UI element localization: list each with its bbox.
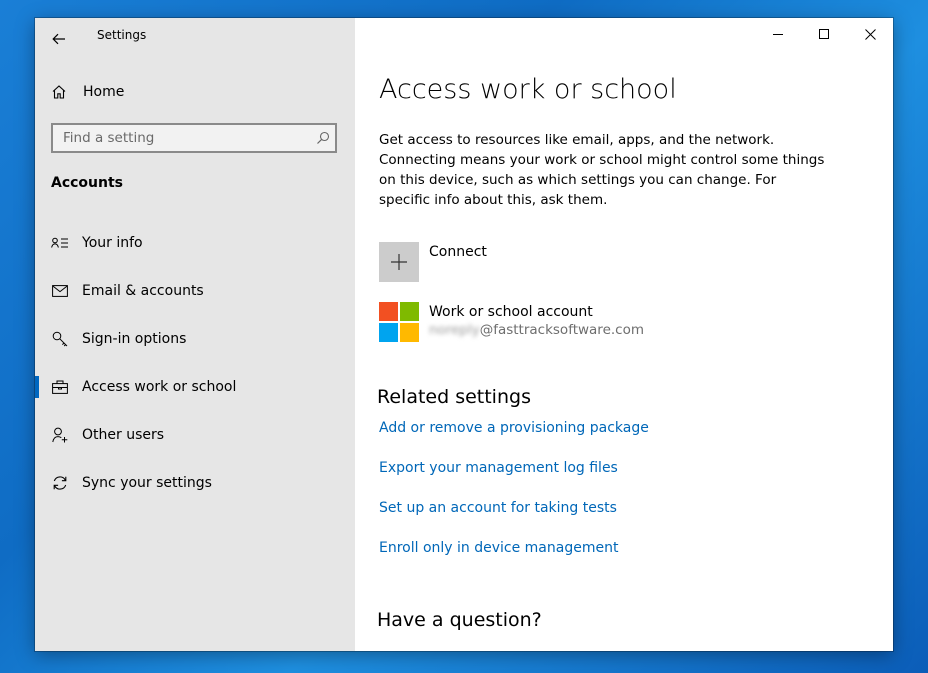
link-enroll-device-management[interactable]: Enroll only in device management bbox=[379, 540, 618, 556]
contact-card-icon bbox=[51, 235, 69, 251]
account-email-domain: @fasttracksoftware.com bbox=[479, 322, 644, 338]
sidebar-item-label: Sync your settings bbox=[82, 475, 212, 491]
sidebar-item-other-users[interactable]: Other users bbox=[35, 415, 355, 455]
minimize-button[interactable] bbox=[755, 18, 801, 50]
link-account-taking-tests[interactable]: Set up an account for taking tests bbox=[379, 500, 617, 516]
sync-icon bbox=[51, 475, 69, 491]
briefcase-icon bbox=[51, 379, 69, 395]
sidebar-item-sync-settings[interactable]: Sync your settings bbox=[35, 463, 355, 503]
search-box[interactable] bbox=[51, 123, 337, 153]
app-title: Settings bbox=[97, 28, 147, 42]
link-provisioning-package[interactable]: Add or remove a provisioning package bbox=[379, 420, 649, 436]
related-settings-heading: Related settings bbox=[377, 386, 531, 408]
back-button[interactable] bbox=[45, 24, 73, 54]
plus-icon bbox=[379, 242, 419, 282]
link-export-log-files[interactable]: Export your management log files bbox=[379, 460, 618, 476]
close-button[interactable] bbox=[847, 18, 893, 50]
page-description: Get access to resources like email, apps… bbox=[379, 132, 825, 208]
have-question-heading: Have a question? bbox=[377, 609, 542, 631]
page-title: Access work or school bbox=[379, 74, 677, 105]
account-email-user: noreply bbox=[429, 322, 480, 338]
sidebar-item-label: Other users bbox=[82, 427, 165, 443]
sidebar-item-label: Email & accounts bbox=[82, 283, 204, 299]
connect-label: Connect bbox=[429, 244, 487, 260]
home-icon bbox=[52, 85, 66, 99]
account-name: Work or school account bbox=[429, 304, 593, 320]
maximize-button[interactable] bbox=[801, 18, 847, 50]
section-title: Accounts bbox=[51, 175, 124, 191]
sidebar-item-email-accounts[interactable]: Email & accounts bbox=[35, 271, 355, 311]
back-arrow-icon bbox=[52, 33, 65, 45]
account-email: noreply@fasttracksoftware.com bbox=[429, 322, 644, 338]
home-label: Home bbox=[83, 84, 125, 100]
mail-icon bbox=[51, 283, 69, 299]
close-icon bbox=[864, 28, 876, 40]
settings-window: Settings Home Accounts bbox=[35, 18, 893, 651]
microsoft-logo-icon bbox=[379, 302, 419, 342]
sidebar-item-your-info[interactable]: Your info bbox=[35, 223, 355, 263]
sidebar: Settings Home Accounts bbox=[35, 18, 355, 651]
sidebar-item-label: Access work or school bbox=[82, 379, 237, 395]
minimize-icon bbox=[773, 34, 783, 35]
add-person-icon bbox=[51, 427, 69, 443]
home-nav-item[interactable]: Home bbox=[51, 80, 124, 104]
key-icon bbox=[51, 331, 69, 347]
sidebar-item-access-work-school[interactable]: Access work or school bbox=[35, 367, 355, 407]
sidebar-item-sign-in-options[interactable]: Sign-in options bbox=[35, 319, 355, 359]
connect-button[interactable]: Connect bbox=[379, 242, 487, 282]
search-input[interactable] bbox=[53, 129, 311, 147]
main-content: Access work or school Get access to reso… bbox=[355, 18, 893, 651]
sidebar-item-label: Sign-in options bbox=[82, 331, 187, 347]
maximize-icon bbox=[819, 29, 829, 39]
work-school-account-item[interactable]: Work or school account noreply@fasttrack… bbox=[379, 302, 644, 342]
search-icon[interactable] bbox=[311, 131, 335, 145]
sidebar-item-label: Your info bbox=[82, 235, 143, 251]
